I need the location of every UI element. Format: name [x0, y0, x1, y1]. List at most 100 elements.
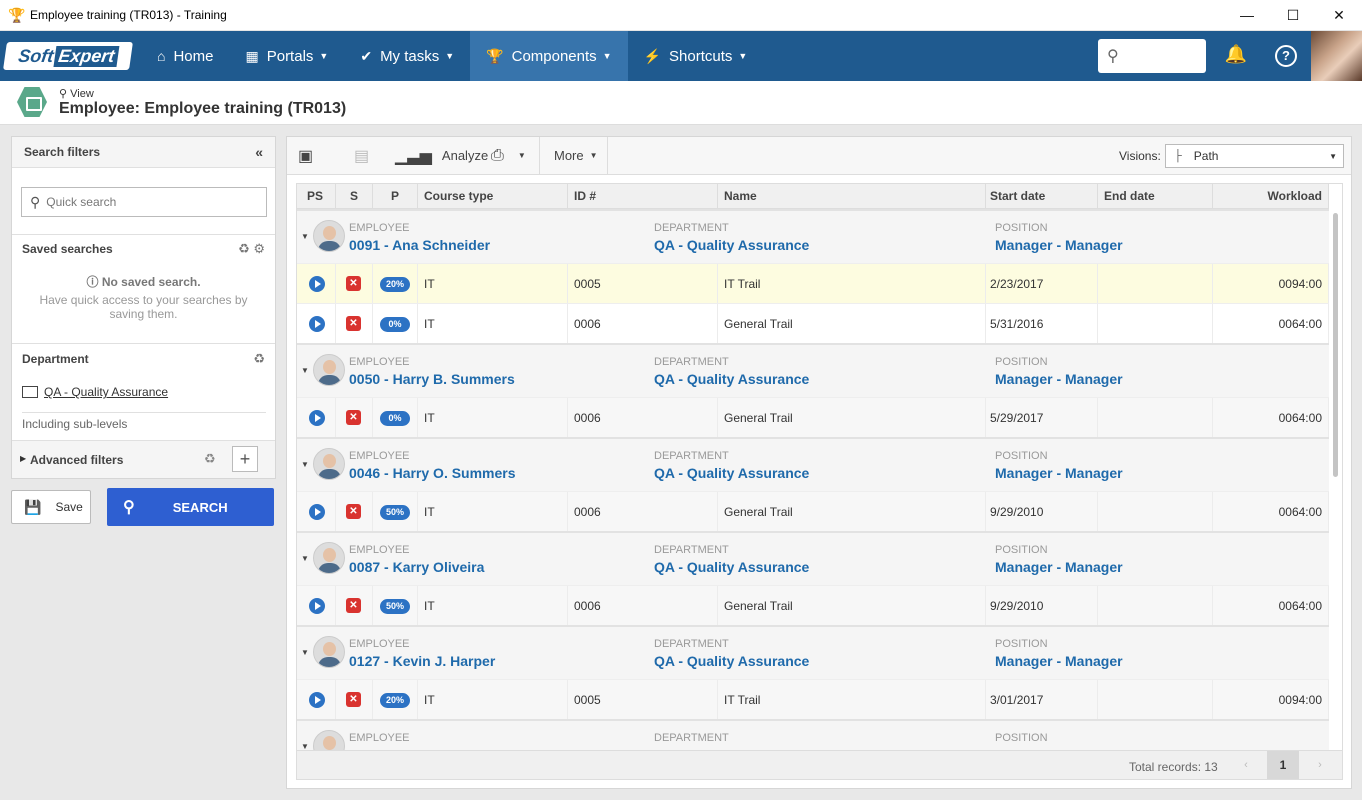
cell-end — [1098, 264, 1213, 304]
column-header-course-type[interactable]: Course type — [418, 184, 568, 209]
table-row[interactable]: ✕ 20% IT 0005 IT Trail 3/01/2017 0094:00 — [297, 679, 1329, 720]
clear-broom-icon[interactable]: ♻ — [253, 351, 265, 366]
employee-group-row[interactable]: ▼ EMPLOYEE DEPARTMENT POSITION — [297, 719, 1329, 750]
department-value[interactable]: QA - Quality Assurance — [654, 465, 809, 481]
department-link[interactable]: QA - Quality Assurance — [44, 385, 168, 399]
vertical-scrollbar[interactable] — [1331, 209, 1341, 750]
employee-avatar — [313, 636, 345, 668]
table-row[interactable]: ✕ 0% IT 0006 General Trail 5/31/2016 0064:00 — [297, 303, 1329, 344]
add-filter-button[interactable]: + — [232, 446, 258, 472]
close-status-icon[interactable]: ✕ — [346, 276, 361, 291]
close-status-icon[interactable]: ✕ — [346, 692, 361, 707]
department-value[interactable]: QA - Quality Assurance — [654, 653, 809, 669]
next-page-button[interactable]: › — [1304, 751, 1336, 779]
page-number-button[interactable]: 1 — [1267, 751, 1299, 779]
employee-value[interactable]: 0127 - Kevin J. Harper — [349, 653, 495, 669]
softexpert-logo[interactable]: Soft Expert — [3, 42, 133, 70]
cell-end — [1098, 586, 1213, 626]
column-header-id[interactable]: ID # — [568, 184, 718, 209]
p-cell: 20% — [373, 264, 418, 304]
prev-page-button[interactable]: ‹ — [1230, 751, 1262, 779]
department-label: DEPARTMENT — [654, 222, 729, 234]
s-cell: ✕ — [336, 304, 373, 344]
expand-toggle-icon[interactable]: ▼ — [301, 648, 309, 657]
nav-my-tasks[interactable]: ✔ My tasks ▼ — [344, 31, 470, 81]
department-value[interactable]: QA - Quality Assurance — [654, 371, 809, 387]
print-button[interactable]: ⎙ ▼ — [491, 137, 526, 174]
employee-group-row[interactable]: ▼ EMPLOYEE 0046 - Harry O. Summers DEPARTME… — [297, 437, 1329, 491]
column-header-start-date[interactable]: Start date — [986, 184, 1098, 209]
user-avatar[interactable] — [1311, 31, 1362, 81]
expand-toggle-icon[interactable]: ▼ — [301, 366, 309, 375]
visions-select[interactable]: ├ Path ▼ — [1165, 144, 1344, 168]
department-label: DEPARTMENT — [654, 450, 729, 462]
employee-group-row[interactable]: ▼ EMPLOYEE 0087 - Karry Oliveira DEPARTMENT… — [297, 531, 1329, 585]
scrollbar-thumb[interactable] — [1333, 213, 1338, 477]
close-status-icon[interactable]: ✕ — [346, 598, 361, 613]
analyze-button[interactable]: ▁▃▅ Analyze — [395, 137, 488, 174]
view-record-button[interactable]: ▣ — [298, 137, 313, 174]
position-value[interactable]: Manager - Manager — [995, 371, 1123, 387]
minimize-button[interactable]: — — [1224, 0, 1270, 30]
quick-search-input[interactable]: ⚲ Quick search — [21, 187, 267, 217]
maximize-button[interactable]: ☐ — [1270, 0, 1316, 30]
column-header-name[interactable]: Name — [718, 184, 986, 209]
expand-toggle-icon[interactable]: ▼ — [301, 742, 309, 750]
department-value[interactable]: QA - Quality Assurance — [654, 559, 809, 575]
save-button[interactable]: 💾 Save — [11, 490, 91, 524]
collapse-panel-icon[interactable]: « — [255, 144, 263, 160]
table-row[interactable]: ✕ 0% IT 0006 General Trail 5/29/2017 0064:00 — [297, 397, 1329, 438]
employee-value[interactable]: 0087 - Karry Oliveira — [349, 559, 484, 575]
play-status-icon[interactable] — [309, 504, 325, 520]
play-status-icon[interactable] — [309, 276, 325, 292]
table-row[interactable]: ✕ 50% IT 0006 General Trail 9/29/2010 0064:00 — [297, 491, 1329, 532]
column-header-s[interactable]: S — [336, 184, 373, 209]
table-row[interactable]: ✕ 50% IT 0006 General Trail 9/29/2010 0064:00 — [297, 585, 1329, 626]
cell-course-type: IT — [418, 398, 568, 438]
position-value[interactable]: Manager - Manager — [995, 559, 1123, 575]
employee-group-row[interactable]: ▼ EMPLOYEE 0050 - Harry B. Summers DEPARTME… — [297, 343, 1329, 397]
help-icon[interactable]: ? — [1275, 45, 1297, 67]
play-status-icon[interactable] — [309, 598, 325, 614]
clear-broom-icon[interactable]: ♻ — [238, 241, 250, 256]
play-status-icon[interactable] — [309, 316, 325, 332]
column-header-workload[interactable]: Workload — [1213, 184, 1329, 209]
employee-value[interactable]: 0046 - Harry O. Summers — [349, 465, 516, 481]
position-value[interactable]: Manager - Manager — [995, 653, 1123, 669]
ps-cell — [297, 586, 336, 626]
expand-toggle-icon[interactable]: ▼ — [301, 460, 309, 469]
column-header-end-date[interactable]: End date — [1098, 184, 1213, 209]
department-filter-value[interactable]: QA - Quality Assurance — [22, 385, 168, 399]
play-status-icon[interactable] — [309, 692, 325, 708]
search-button[interactable]: ⚲ SEARCH — [107, 488, 274, 526]
employee-value[interactable]: 0050 - Harry B. Summers — [349, 371, 515, 387]
nav-components[interactable]: 🏆 Components ▼ — [470, 31, 628, 81]
clear-broom-icon[interactable]: ♻ — [204, 451, 216, 467]
position-value[interactable]: Manager - Manager — [995, 237, 1123, 253]
employee-group-row[interactable]: ▼ EMPLOYEE 0091 - Ana Schneider DEPARTMENT Q… — [297, 209, 1329, 263]
column-header-p[interactable]: P — [373, 184, 418, 209]
nav-shortcuts[interactable]: ⚡ Shortcuts ▼ — [628, 31, 764, 81]
expand-toggle-icon[interactable]: ▼ — [301, 554, 309, 563]
position-value[interactable]: Manager - Manager — [995, 465, 1123, 481]
department-value[interactable]: QA - Quality Assurance — [654, 237, 809, 253]
nav-home[interactable]: ⌂ Home — [141, 31, 229, 81]
global-search-input[interactable]: ⚲ — [1098, 39, 1206, 73]
expand-toggle-icon[interactable]: ▼ — [301, 232, 309, 241]
search-icon: ⚲ — [1107, 48, 1119, 65]
close-status-icon[interactable]: ✕ — [346, 316, 361, 331]
close-button[interactable]: ✕ — [1316, 0, 1362, 30]
nav-portals[interactable]: ▦ Portals ▼ — [229, 31, 344, 81]
play-status-icon[interactable] — [309, 410, 325, 426]
close-status-icon[interactable]: ✕ — [346, 504, 361, 519]
employee-value[interactable]: 0091 - Ana Schneider — [349, 237, 490, 253]
gear-icon[interactable]: ⚙ — [253, 241, 265, 256]
column-header-ps[interactable]: PS — [297, 184, 336, 209]
table-row[interactable]: ✕ 20% IT 0005 IT Trail 2/23/2017 0094:00 — [297, 263, 1329, 304]
advanced-filters-section[interactable]: ▶ Advanced filters ♻ + — [12, 440, 275, 478]
close-status-icon[interactable]: ✕ — [346, 410, 361, 425]
notifications-bell-icon[interactable]: 🔔 — [1224, 44, 1248, 68]
employee-group-row[interactable]: ▼ EMPLOYEE 0127 - Kevin J. Harper DEPARTMEN… — [297, 625, 1329, 679]
document-button[interactable]: ▤ — [354, 137, 369, 174]
more-button[interactable]: More ▼ — [554, 137, 598, 174]
